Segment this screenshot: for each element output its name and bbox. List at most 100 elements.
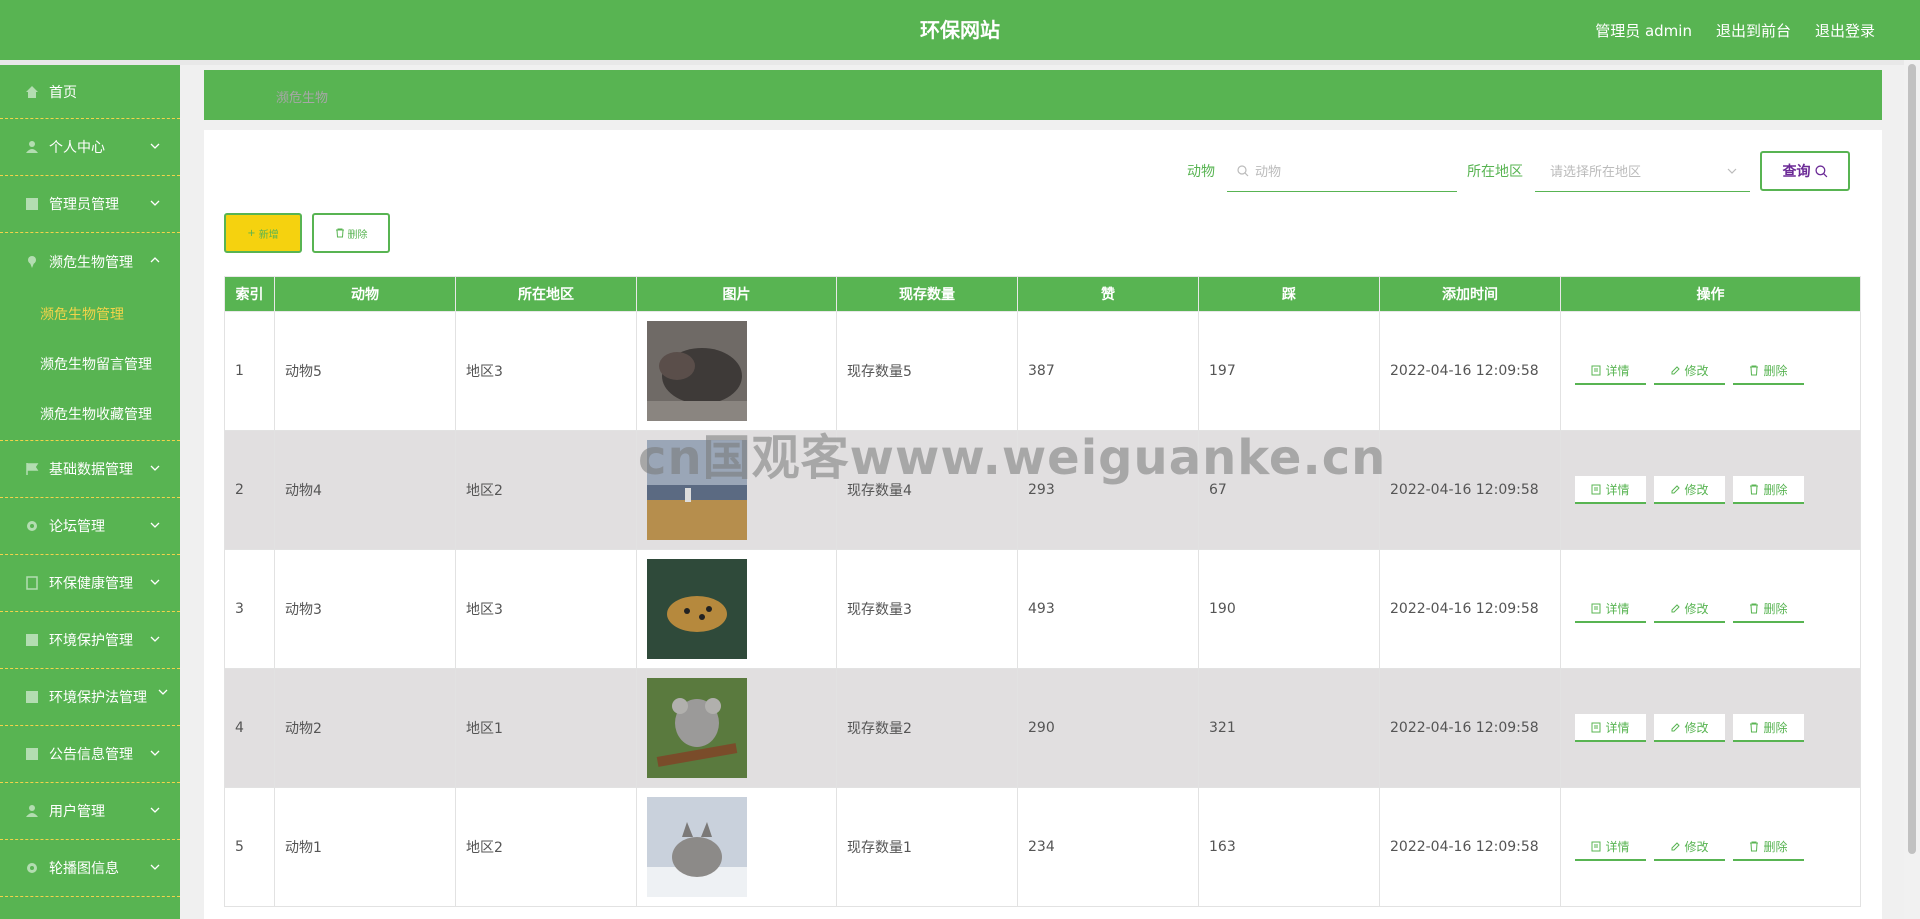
sidebar-item-basic-data[interactable]: 基础数据管理	[0, 441, 180, 498]
region-select[interactable]: 请选择所在地区	[1535, 150, 1750, 192]
delete-button[interactable]: 删除	[1733, 714, 1804, 742]
edit-icon	[1671, 841, 1681, 850]
delete-button[interactable]: 删除	[1733, 357, 1804, 385]
chevron-down-icon	[150, 465, 160, 471]
detail-label: 详情	[1605, 363, 1630, 378]
logout-link[interactable]: 退出登录	[1815, 20, 1875, 41]
region-select-label: 所在地区	[1467, 164, 1523, 180]
cell-count: 现存数量5	[836, 311, 1018, 431]
sidebar-item-env-protect[interactable]: 环境保护管理	[0, 612, 180, 669]
cell-image	[636, 549, 837, 669]
animal-thumbnail[interactable]	[647, 797, 836, 897]
cell-likes: 493	[1017, 549, 1199, 669]
delete-button[interactable]: 删除	[1733, 476, 1804, 504]
batch-delete-button[interactable]: 删除	[312, 213, 390, 253]
sidebar-item-label: 环境保护法管理	[49, 690, 147, 706]
detail-label: 详情	[1605, 601, 1630, 616]
cell-index: 3	[224, 549, 275, 669]
detail-button[interactable]: 详情	[1575, 595, 1646, 623]
animal-thumbnail[interactable]	[647, 678, 836, 778]
sidebar-item-endangered[interactable]: 濒危生物管理	[0, 233, 180, 290]
sidebar-item-profile[interactable]: 个人中心	[0, 119, 180, 176]
animal-thumbnail[interactable]	[647, 321, 836, 421]
edit-button[interactable]: 修改	[1654, 357, 1725, 385]
cell-likes: 290	[1017, 668, 1199, 788]
chevron-down-icon	[150, 579, 160, 585]
table-row: 1 动物5 地区3 现存数量5 387 197 2022-04-16 12:09:58 详情…	[224, 311, 1861, 431]
scrollbar-thumb[interactable]	[1908, 64, 1916, 854]
header-actions: 管理员 admin 退出到前台 退出登录	[1595, 0, 1875, 60]
query-button[interactable]: 查询	[1760, 151, 1850, 191]
sidebar-item-admin[interactable]: 管理员管理	[0, 176, 180, 233]
delete-button[interactable]: 删除	[1733, 595, 1804, 623]
cell-index: 5	[224, 787, 275, 907]
cell-region: 地区1	[455, 668, 637, 788]
add-button[interactable]: + 新增	[224, 213, 302, 253]
doc-icon	[25, 576, 39, 590]
page-scrollbar[interactable]	[1904, 60, 1920, 919]
sidebar-item-users[interactable]: 用户管理	[0, 783, 180, 840]
edit-label: 修改	[1684, 601, 1709, 616]
cell-count: 现存数量1	[836, 787, 1018, 907]
delete-label: 删除	[1763, 839, 1788, 854]
col-animal: 动物	[274, 276, 456, 312]
col-index: 索引	[224, 276, 275, 312]
delete-button-label: 删除	[347, 229, 368, 241]
sidebar-item-eco-health[interactable]: 环保健康管理	[0, 555, 180, 612]
chevron-down-icon	[150, 750, 160, 756]
edit-icon	[1671, 484, 1681, 493]
edit-button[interactable]: 修改	[1654, 595, 1725, 623]
document-icon	[1591, 603, 1601, 613]
animal-search-input[interactable]: 动物	[1227, 150, 1457, 192]
detail-label: 详情	[1605, 720, 1630, 735]
cell-dislikes: 197	[1198, 311, 1380, 431]
edit-button[interactable]: 修改	[1654, 833, 1725, 861]
cell-index: 1	[224, 311, 275, 431]
delete-label: 删除	[1763, 720, 1788, 735]
cell-likes: 387	[1017, 311, 1199, 431]
sidebar-subitem-endangered-manage[interactable]: 濒危生物管理	[0, 290, 180, 340]
cell-dislikes: 67	[1198, 430, 1380, 550]
table-toolbar: + 新增 删除	[224, 213, 390, 253]
cell-time: 2022-04-16 12:09:58	[1379, 311, 1561, 431]
sidebar-item-label: 管理员管理	[49, 197, 119, 213]
exit-to-front-link[interactable]: 退出到前台	[1716, 20, 1791, 41]
detail-button[interactable]: 详情	[1575, 714, 1646, 742]
sidebar-subitem-endangered-favorites[interactable]: 濒危生物收藏管理	[0, 390, 180, 440]
detail-button[interactable]: 详情	[1575, 833, 1646, 861]
detail-button[interactable]: 详情	[1575, 476, 1646, 504]
gear-icon	[25, 519, 39, 533]
cell-animal: 动物2	[274, 668, 456, 788]
cell-time: 2022-04-16 12:09:58	[1379, 787, 1561, 907]
sidebar-item-carousel[interactable]: 轮播图信息	[0, 840, 180, 897]
sidebar-subitem-endangered-comments[interactable]: 濒危生物留言管理	[0, 340, 180, 390]
admin-user-label[interactable]: 管理员 admin	[1595, 20, 1692, 41]
cell-image	[636, 430, 837, 550]
sidebar-item-notice[interactable]: 公告信息管理	[0, 726, 180, 783]
cell-time: 2022-04-16 12:09:58	[1379, 668, 1561, 788]
cell-actions: 详情 修改 删除	[1560, 787, 1861, 907]
edit-label: 修改	[1684, 363, 1709, 378]
cell-count: 现存数量2	[836, 668, 1018, 788]
detail-button[interactable]: 详情	[1575, 357, 1646, 385]
grid-icon	[25, 747, 39, 761]
flag-icon	[25, 462, 39, 476]
edit-button[interactable]: 修改	[1654, 476, 1725, 504]
edit-icon	[1671, 603, 1681, 612]
cell-region: 地区3	[455, 311, 637, 431]
sidebar-item-env-law[interactable]: 环境保护法管理	[0, 669, 180, 726]
delete-button[interactable]: 删除	[1733, 833, 1804, 861]
cell-region: 地区3	[455, 549, 637, 669]
sidebar-item-forum[interactable]: 论坛管理	[0, 498, 180, 555]
cell-count: 现存数量4	[836, 430, 1018, 550]
edit-button[interactable]: 修改	[1654, 714, 1725, 742]
breadcrumb-current[interactable]: 濒危生物	[276, 87, 328, 106]
row-actions: 详情 修改 删除	[1571, 476, 1860, 504]
document-icon	[1591, 484, 1601, 494]
sidebar-item-home[interactable]: 首页	[0, 65, 180, 119]
edit-icon	[1671, 722, 1681, 731]
animal-thumbnail[interactable]	[647, 559, 836, 659]
animal-search-placeholder: 动物	[1255, 165, 1282, 180]
animal-thumbnail[interactable]	[647, 440, 836, 540]
region-select-placeholder: 请选择所在地区	[1550, 165, 1642, 180]
